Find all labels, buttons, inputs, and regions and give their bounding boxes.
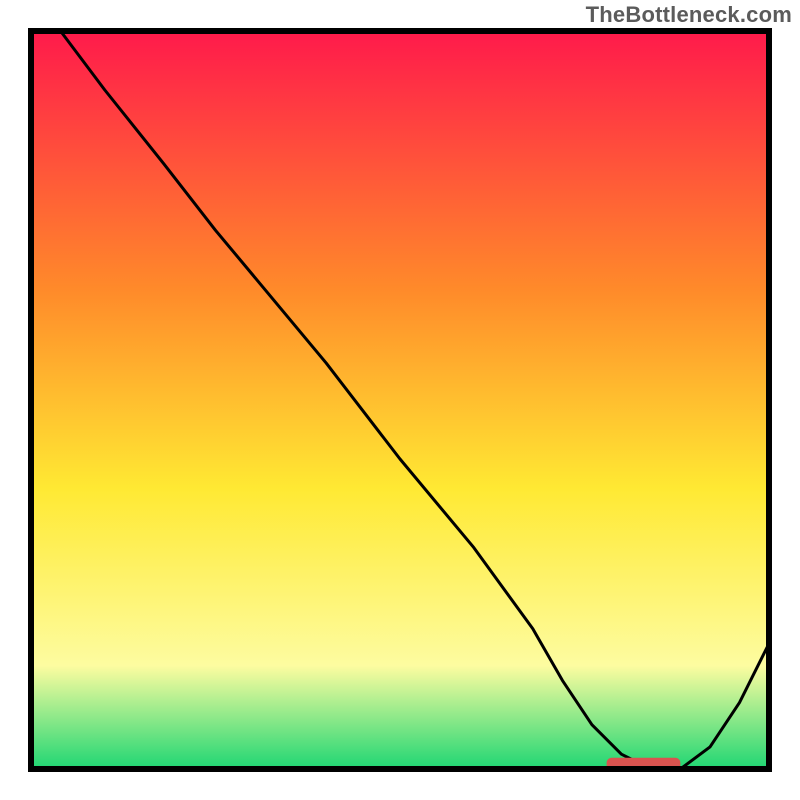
gradient-background bbox=[31, 31, 769, 769]
watermark-text: TheBottleneck.com bbox=[586, 2, 792, 28]
chart-container: TheBottleneck.com bbox=[0, 0, 800, 800]
plot-area bbox=[28, 28, 772, 772]
chart-svg bbox=[28, 28, 772, 772]
